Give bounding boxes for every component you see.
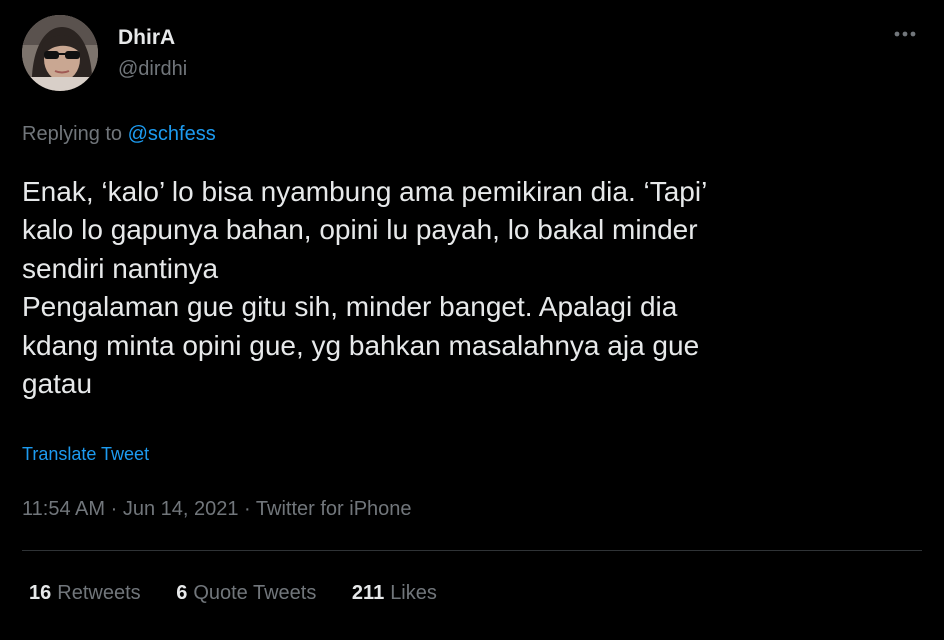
replying-to-label: Replying to [22,123,123,145]
user-handle[interactable]: @dirdhi [118,57,187,81]
tweet-meta: 11:54 AM · Jun 14, 2021 · Twitter for iP… [22,496,412,522]
avatar-image [22,15,98,91]
tweet-text-line: kdang minta opini gue, yg bahkan masalah… [22,329,700,361]
tweet-text-line: gatau [22,368,93,400]
meta-separator: · [110,498,118,520]
tweet-time[interactable]: 11:54 AM [22,498,105,520]
divider [22,550,922,551]
quote-tweets-count: 6 [176,582,188,604]
translate-tweet-link[interactable]: Translate Tweet [22,443,149,465]
quote-tweets-label: Quote Tweets [193,582,317,604]
reply-mention-link[interactable]: @schfess [128,123,216,145]
replying-to: Replying to @schfess [22,121,216,147]
tweet-date[interactable]: Jun 14, 2021 [123,498,239,520]
display-name[interactable]: DhirA [118,26,175,50]
engagement-stats: 16 Retweets 6 Quote Tweets 211 Likes [29,580,467,606]
avatar[interactable] [22,15,98,91]
tweet-text-line: sendiri nantinya [22,252,219,284]
retweets-count: 16 [29,582,52,604]
quote-tweets-stat[interactable]: 6 Quote Tweets [176,580,316,606]
tweet-detail: DhirA @dirdhi Replying to @schfess Enak,… [0,0,944,640]
likes-label: Likes [390,582,437,604]
tweet-text-line: Enak, ‘kalo’ lo bisa nyambung ama pemiki… [22,176,708,207]
retweets-label: Retweets [57,582,141,604]
tweet-text: Enak, ‘kalo’ lo bisa nyambung ama pemiki… [22,173,922,403]
likes-count: 211 [351,582,385,604]
meta-separator: · [244,498,251,520]
tweet-source[interactable]: Twitter for iPhone [256,498,412,520]
more-horizontal-icon[interactable] [890,24,920,44]
likes-stat[interactable]: 211 Likes [352,580,437,606]
tweet-text-line: kalo lo gapunya bahan, opini lu payah, l… [22,214,698,246]
tweet-text-line: Pengalaman gue gitu sih, minder banget. … [22,291,678,323]
retweets-stat[interactable]: 16 Retweets [29,580,141,606]
